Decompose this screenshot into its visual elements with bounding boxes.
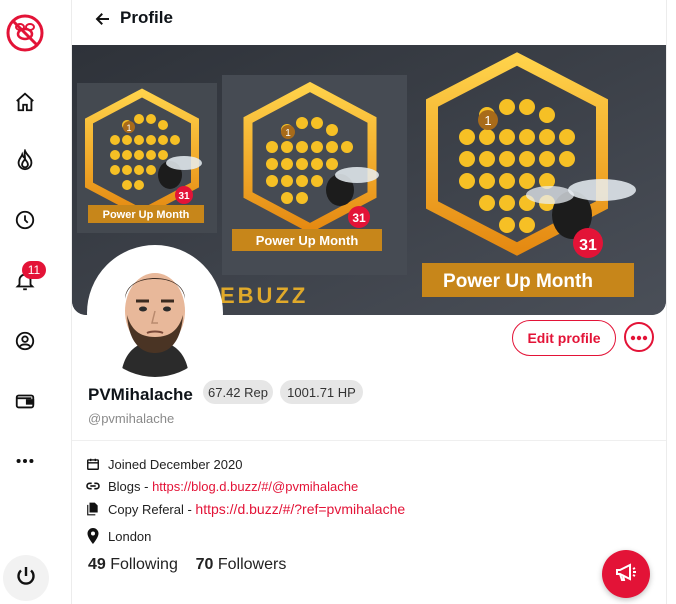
link-icon	[84, 477, 102, 495]
blogs-link[interactable]: https://blog.d.buzz/#/@pvmihalache	[152, 479, 358, 494]
referal-link[interactable]: https://d.buzz/#/?ref=pvmihalache	[195, 501, 405, 517]
following-count: 49	[88, 556, 106, 573]
referal-row: Copy Referal - https://d.buzz/#/?ref=pvm…	[84, 500, 405, 518]
divider	[72, 440, 666, 441]
hive-power-badge: 1001.71 HP	[280, 380, 363, 404]
home-icon[interactable]	[10, 87, 40, 117]
cover-panel-3-caption: Power Up Month	[443, 271, 593, 292]
location-pin-icon	[84, 527, 102, 545]
back-arrow-icon[interactable]	[92, 8, 114, 30]
sidebar: 11	[0, 0, 52, 604]
create-buzz-button[interactable]	[602, 550, 650, 598]
power-icon	[14, 564, 38, 593]
cover-panel-1-badge: 31	[178, 191, 190, 202]
edit-profile-button[interactable]: Edit profile	[512, 320, 616, 356]
location-row: London	[84, 527, 151, 545]
followers-label: Followers	[217, 556, 287, 573]
copy-icon[interactable]	[84, 500, 102, 518]
dbuzz-logo[interactable]	[5, 13, 45, 53]
clock-icon[interactable]	[10, 205, 40, 235]
calendar-icon	[84, 455, 102, 473]
user-handle: @pvmihalache	[88, 411, 175, 426]
wallet-icon[interactable]	[10, 386, 40, 416]
user-circle-icon[interactable]	[10, 326, 40, 356]
more-options-button[interactable]	[624, 322, 654, 352]
cover-panel-1-caption: Power Up Month	[103, 209, 190, 221]
followers-link[interactable]: 70 Followers	[196, 556, 287, 573]
cover-panel-3-number: 1	[484, 113, 491, 128]
profile-page: Profile 1 31 Power Up Month 1 31 Power U…	[71, 0, 667, 604]
joined-row: Joined December 2020	[84, 455, 242, 473]
cover-panel-2-number: 1	[285, 128, 291, 139]
joined-date: Joined December 2020	[108, 456, 243, 472]
notification-count-badge: 11	[22, 261, 46, 279]
top-bar: Profile	[72, 0, 668, 38]
display-name: PVMihalache	[88, 385, 193, 404]
blogs-label: Blogs -	[108, 478, 153, 494]
cover-panel-3-badge: 31	[579, 237, 597, 254]
logout-button[interactable]	[3, 555, 49, 601]
blogs-row: Blogs - https://blog.d.buzz/#/@pvmihalac…	[84, 477, 358, 495]
following-label: Following	[110, 556, 178, 573]
cover-panel-2-caption: Power Up Month	[256, 233, 359, 248]
reputation-badge: 67.42 Rep	[203, 380, 273, 404]
location-text: London	[108, 528, 152, 544]
cover-panel-2-badge: 31	[352, 211, 366, 225]
cover-panel-1-number: 1	[126, 123, 131, 133]
avatar[interactable]	[87, 245, 223, 381]
following-link[interactable]: 49 Following	[88, 556, 178, 573]
referal-label: Copy Referal -	[108, 501, 196, 517]
cover-watermark: EBUZZ	[220, 283, 308, 308]
trending-icon[interactable]	[10, 145, 40, 175]
more-dots-icon[interactable]	[10, 446, 40, 476]
followers-count: 70	[195, 556, 214, 573]
follow-stats: 49 Following 70 Followers	[88, 556, 286, 574]
page-title: Profile	[120, 8, 173, 27]
more-dots-icon	[630, 328, 648, 346]
megaphone-icon	[614, 560, 638, 589]
